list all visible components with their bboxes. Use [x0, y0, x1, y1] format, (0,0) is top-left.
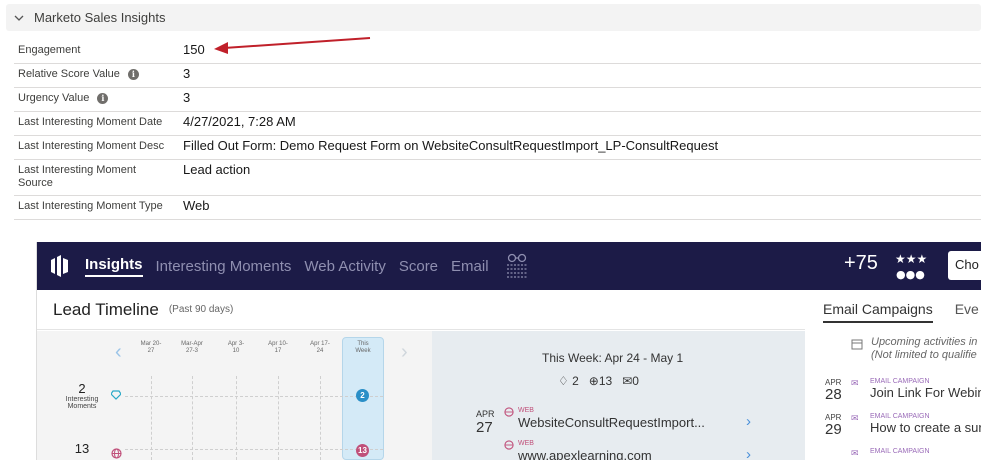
lead-timeline: Lead Timeline (Past 90 days) ‹ › Mar 20-… — [37, 290, 805, 460]
field-value: 4/27/2021, 7:28 AM — [183, 114, 296, 129]
envelope-icon: ✉ — [851, 413, 859, 423]
svg-text:●●●: ●●● — [896, 268, 925, 280]
field-value: Web — [183, 198, 210, 213]
section-header[interactable]: Marketo Sales Insights — [6, 4, 981, 31]
week-label: Mar-Apr 27-3 — [181, 341, 203, 354]
week-label: Mar 20-27 — [140, 341, 162, 354]
moments-label: Interesting Moments — [65, 396, 99, 410]
week-label: This Week — [355, 341, 371, 354]
chevron-right-icon[interactable]: › — [746, 446, 751, 460]
web-dot[interactable]: 13 — [356, 444, 369, 457]
lead-timeline-title: Lead Timeline — [53, 299, 159, 319]
field-row-moment-type: Last Interesting Moment Type Web — [14, 196, 981, 220]
campaign-item[interactable]: APR 29 ✉ EMAIL CAMPAIGN How to create a … — [825, 413, 981, 447]
chevron-right-icon[interactable]: › — [401, 341, 408, 364]
tab-events[interactable]: Eve — [955, 301, 979, 323]
marketo-nav: Insights Interesting Moments Web Activit… — [37, 242, 981, 290]
tab-email[interactable]: Email — [451, 258, 489, 275]
week-label: Apr 10-17 — [268, 341, 288, 354]
email-campaigns-panel: Email Campaigns Eve Upcoming activities … — [813, 290, 981, 460]
field-row-moment-source: Last Interesting Moment Source Lead acti… — [14, 160, 981, 196]
field-value: Filled Out Form: Demo Request Form on We… — [183, 138, 719, 153]
field-label: Urgency Value i — [14, 88, 179, 105]
campaign-item[interactable]: APR 28 ✉ EMAIL CAMPAIGN Join Link For We… — [825, 378, 981, 412]
week-label: Apr 17-24 — [310, 341, 330, 354]
choose-select[interactable]: Cho — [948, 251, 981, 280]
chevron-down-icon — [14, 15, 24, 21]
field-label: Last Interesting Moment Date — [18, 116, 163, 128]
field-label: Last Interesting Moment Source — [18, 164, 137, 189]
grid-line — [151, 376, 152, 460]
field-row-urgency: Urgency Value i 3 — [14, 88, 981, 112]
grid-line — [192, 376, 193, 460]
tab-email-campaigns[interactable]: Email Campaigns — [823, 301, 933, 323]
right-tabs: Email Campaigns Eve — [823, 301, 979, 323]
grid-line — [320, 376, 321, 460]
this-week-title: This Week: Apr 24 - May 1 — [542, 351, 684, 365]
info-icon[interactable]: i — [97, 93, 109, 104]
lead-timeline-header: Lead Timeline (Past 90 days) — [37, 290, 805, 330]
field-row-relative-score: Relative Score Value i 3 — [14, 64, 981, 88]
section-title: Marketo Sales Insights — [34, 10, 166, 25]
score-change: +75 — [844, 252, 878, 274]
priority-stars-icon: ★★★ ●●● — [895, 252, 927, 280]
field-label: Last Interesting Moment Type — [18, 200, 163, 212]
marketo-panel: Insights Interesting Moments Web Activit… — [36, 242, 981, 460]
calendar-icon — [851, 339, 863, 350]
field-label: Relative Score Value i — [14, 64, 179, 81]
web-summary: ⊕13 — [588, 374, 613, 388]
field-value: 150 — [183, 42, 205, 57]
annotation-arrow-icon — [214, 37, 371, 54]
tab-insights[interactable]: Insights — [85, 256, 143, 277]
diamond-icon: ♢ — [558, 374, 569, 388]
grid-line — [236, 376, 237, 460]
this-week-panel: This Week: Apr 24 - May 1 ♢ 2 ⊕13 ✉0 APR… — [432, 331, 805, 460]
field-label: Last Interesting Moment Desc — [18, 140, 165, 152]
moments-dot[interactable]: 2 — [356, 389, 369, 402]
campaign-item[interactable]: ✉ EMAIL CAMPAIGN — [825, 448, 981, 460]
lead-timeline-subtitle: (Past 90 days) — [168, 304, 234, 315]
grid-line — [125, 449, 383, 450]
tab-score[interactable]: Score — [399, 258, 438, 275]
field-label: Engagement — [18, 44, 81, 56]
timeline-body: ‹ › Mar 20-27 Mar-Apr 27-3 Apr 3-10 Apr … — [37, 331, 805, 460]
info-icon[interactable]: i — [127, 69, 139, 80]
field-value: Lead action — [183, 162, 251, 177]
week-label: Apr 3-10 — [227, 341, 245, 354]
email-summary: ✉0 — [622, 374, 639, 388]
activity-item[interactable]: WEB www.apexlearning.com › — [476, 440, 766, 460]
glasses-list-icon[interactable] — [506, 253, 528, 279]
globe-icon — [504, 407, 514, 417]
this-week-counts: ♢ 2 ⊕13 ✉0 — [558, 374, 639, 388]
field-value: 3 — [183, 90, 191, 105]
web-count: 13 — [74, 441, 90, 456]
globe-icon: ⊕ — [588, 374, 599, 388]
field-row-moment-desc: Last Interesting Moment Desc Filled Out … — [14, 136, 981, 160]
globe-icon — [111, 448, 122, 459]
field-list: Engagement 150 Relative Score Value i 3 U… — [14, 40, 981, 220]
field-row-engagement: Engagement 150 — [14, 40, 981, 64]
moments-summary: ♢ 2 — [558, 374, 579, 388]
globe-icon — [504, 440, 514, 450]
chevron-right-icon[interactable]: › — [746, 413, 751, 430]
chevron-left-icon[interactable]: ‹ — [115, 341, 122, 364]
upcoming-note: Upcoming activities in (Not limited to q… — [871, 336, 978, 361]
field-row-moment-date: Last Interesting Moment Date 4/27/2021, … — [14, 112, 981, 136]
diamond-icon — [111, 390, 121, 400]
field-value: 3 — [183, 66, 191, 81]
tab-web-activity[interactable]: Web Activity — [304, 258, 385, 275]
grid-line — [125, 396, 383, 397]
tab-interesting-moments[interactable]: Interesting Moments — [156, 258, 292, 275]
marketo-logo-icon — [51, 255, 68, 277]
envelope-icon: ✉ — [851, 448, 859, 458]
grid-line — [278, 376, 279, 460]
envelope-icon: ✉ — [622, 374, 633, 388]
envelope-icon: ✉ — [851, 378, 859, 388]
svg-text:★★★: ★★★ — [895, 252, 927, 266]
moments-count: 2 — [78, 381, 86, 396]
